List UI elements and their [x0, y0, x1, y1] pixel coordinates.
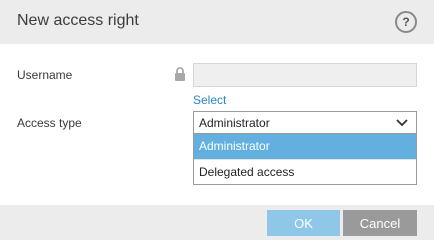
username-label: Username [17, 68, 73, 82]
question-mark-icon: ? [402, 15, 410, 29]
chevron-down-icon [396, 119, 408, 127]
option-delegated-access[interactable]: Delegated access [194, 159, 416, 184]
dialog-title: New access right [17, 12, 139, 29]
username-field[interactable] [193, 63, 417, 87]
new-access-right-dialog: New access right ? Username Select Acces… [0, 0, 434, 240]
ok-button[interactable]: OK [267, 210, 340, 236]
lock-icon [175, 67, 185, 81]
cancel-button[interactable]: Cancel [343, 210, 417, 236]
dialog-footer: OK Cancel [0, 205, 434, 240]
option-administrator[interactable]: Administrator [194, 134, 416, 159]
help-button[interactable]: ? [395, 11, 417, 33]
access-type-select[interactable]: Administrator [193, 111, 417, 134]
select-user-link[interactable]: Select [193, 93, 226, 107]
dialog-header: New access right ? [0, 0, 434, 44]
access-type-dropdown-list: Administrator Delegated access [193, 134, 417, 185]
access-type-selected-value: Administrator [199, 116, 270, 130]
access-type-label: Access type [17, 116, 82, 130]
